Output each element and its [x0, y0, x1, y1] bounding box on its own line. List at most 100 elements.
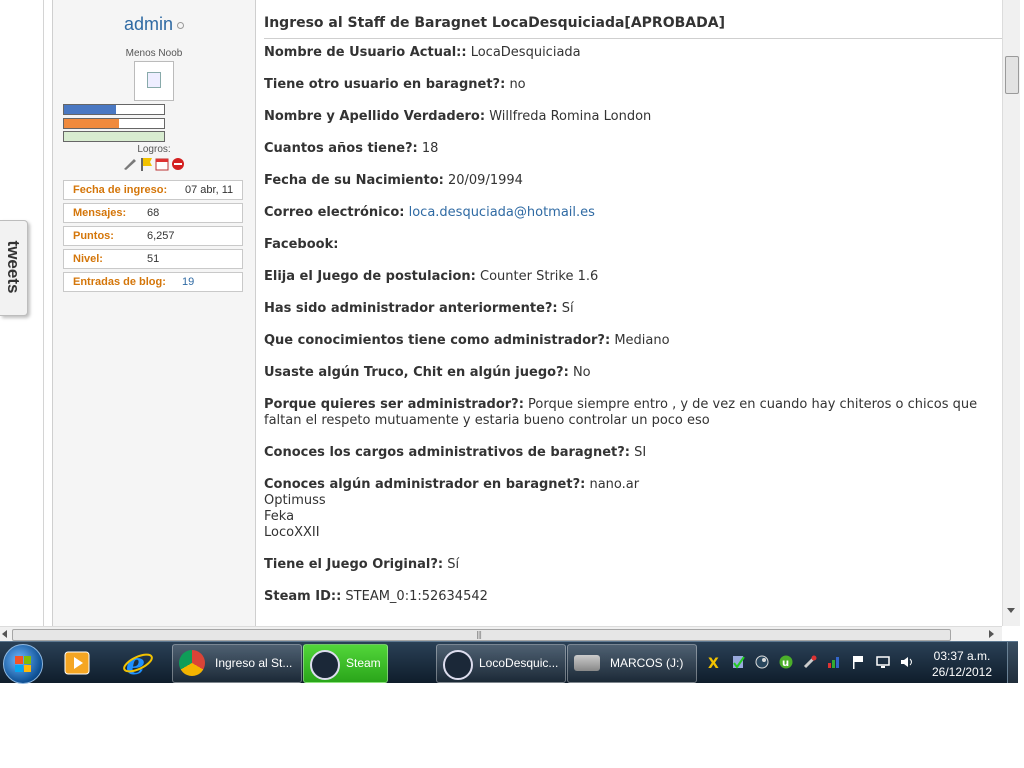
reputation-bar-fill	[64, 105, 116, 114]
tools-icon[interactable]	[803, 654, 817, 669]
horizontal-scrollbar[interactable]: |||	[0, 626, 1002, 642]
task-explorer-drive[interactable]: MARCOS (J:)	[567, 644, 697, 683]
user-rank: Menos Noob	[125, 48, 183, 59]
stat-label: Mensajes:	[73, 207, 127, 219]
stat-entradas-blog: Entradas de blog: 19	[63, 272, 243, 292]
offline-status-icon	[177, 21, 185, 29]
stat-value: 07 abr, 11	[185, 184, 234, 196]
tweets-tab[interactable]: tweets	[0, 220, 28, 316]
field-label: Fecha de su Nacimiento:	[264, 173, 444, 188]
steam-icon	[310, 650, 340, 680]
taskbar: e Ingreso al St... Steam LocoDesquic... …	[0, 641, 1019, 684]
task-steam[interactable]: Steam	[303, 644, 388, 683]
field-value: Sí	[561, 301, 574, 316]
activity-bar	[63, 118, 165, 129]
field-otro-usuario: Tiene otro usuario en baragnet?: no	[264, 77, 988, 93]
field-label: Correo electrónico:	[264, 205, 405, 220]
steam-icon	[443, 650, 473, 680]
field-label: Conoces algún administrador en baragnet?…	[264, 477, 586, 492]
field-value: Mediano	[614, 333, 670, 348]
field-label: Has sido administrador anteriormente?:	[264, 301, 558, 316]
pencil-icon[interactable]	[123, 156, 137, 170]
post-title: Ingreso al Staff de Baragnet LocaDesquic…	[264, 15, 725, 31]
email-link[interactable]: loca.desquciada@hotmail.es	[409, 205, 595, 220]
clock-time: 03:37 a.m.	[933, 649, 991, 663]
field-label: Que conocimientos tiene como administrad…	[264, 333, 611, 348]
internet-explorer-icon[interactable]: e	[121, 646, 155, 682]
steam-tray-icon[interactable]	[755, 654, 769, 669]
svg-text:e: e	[126, 647, 145, 680]
display-icon[interactable]	[876, 654, 890, 668]
norton-icon[interactable]: X	[707, 654, 721, 672]
user-sidebar: admin Menos Noob Logros: Fecha de ingres…	[52, 0, 256, 626]
stat-label: Puntos:	[73, 230, 114, 242]
vertical-scrollbar[interactable]	[1002, 0, 1020, 626]
task-label: Ingreso al St...	[215, 656, 293, 670]
field-cargos: Conoces los cargos administrativos de ba…	[264, 445, 988, 461]
utorrent-icon[interactable]: u	[779, 654, 793, 669]
field-nacimiento: Fecha de su Nacimiento: 20/09/1994	[264, 173, 988, 189]
scroll-down-arrow-icon[interactable]	[1007, 608, 1015, 613]
field-label: Tiene el Juego Original?:	[264, 557, 444, 572]
task-label: Steam	[346, 656, 381, 670]
field-value: Counter Strike 1.6	[480, 269, 599, 284]
field-facebook: Facebook:	[264, 237, 988, 253]
show-desktop-button[interactable]	[1007, 642, 1019, 683]
vertical-scroll-thumb[interactable]	[1005, 56, 1019, 94]
no-entry-icon[interactable]	[171, 156, 185, 170]
flag-icon[interactable]	[851, 654, 865, 669]
windows-logo-icon	[15, 656, 31, 672]
task-steam-profile[interactable]: LocoDesquic...	[436, 644, 566, 683]
system-clock[interactable]: 03:37 a.m. 26/12/2012	[924, 648, 1000, 680]
windows-start-icon[interactable]	[3, 644, 43, 684]
username-text[interactable]: admin	[124, 14, 173, 34]
field-value-line: Optimuss	[264, 493, 326, 508]
stat-value[interactable]: 19	[182, 273, 194, 291]
horizontal-scroll-thumb[interactable]	[12, 629, 951, 641]
broken-image-icon	[147, 72, 161, 88]
task-chrome[interactable]: Ingreso al St...	[172, 644, 302, 683]
clock-date: 26/12/2012	[931, 665, 993, 679]
stat-label: Entradas de blog:	[73, 276, 166, 288]
field-label: Tiene otro usuario en baragnet?:	[264, 77, 506, 92]
field-value: 20/09/1994	[447, 173, 523, 188]
network-icon[interactable]	[827, 654, 841, 668]
field-truco: Usaste algún Truco, Chit en algún juego?…	[264, 365, 988, 381]
field-conocimientos: Que conocimientos tiene como administrad…	[264, 333, 988, 349]
svg-text:X: X	[708, 656, 719, 669]
field-value: LocaDesquiciada	[470, 45, 581, 60]
stat-fecha-ingreso: Fecha de ingreso: 07 abr, 11	[63, 180, 243, 200]
scroll-left-arrow-icon[interactable]	[2, 630, 7, 638]
scroll-right-arrow-icon[interactable]	[989, 630, 994, 638]
divider	[264, 38, 1002, 39]
page-border	[43, 0, 44, 626]
browser-viewport: admin Menos Noob Logros: Fecha de ingres…	[0, 0, 1002, 626]
task-label: MARCOS (J:)	[610, 656, 684, 670]
field-correo: Correo electrónico: loca.desquciada@hotm…	[264, 205, 988, 221]
stat-value: 68	[147, 207, 160, 219]
avatar[interactable]	[134, 61, 174, 101]
reputation-bar	[63, 104, 165, 115]
field-label: Conoces los cargos administrativos de ba…	[264, 445, 630, 460]
flag-icon[interactable]	[139, 156, 153, 171]
field-admin-anterior: Has sido administrador anteriormente?: S…	[264, 301, 988, 317]
username[interactable]: admin	[53, 14, 255, 35]
field-value: STEAM_0:1:52634542	[345, 589, 488, 604]
field-label: Facebook:	[264, 237, 339, 252]
antivirus-icon[interactable]	[731, 654, 745, 669]
stat-label: Nivel:	[73, 253, 103, 265]
stat-nivel: Nivel: 51	[63, 249, 243, 269]
calendar-icon[interactable]	[155, 156, 169, 171]
field-porque: Porque quieres ser administrador?: Porqu…	[264, 397, 988, 429]
chrome-icon	[179, 650, 205, 676]
volume-icon[interactable]	[900, 654, 914, 668]
scroll-grip-icon: |||	[476, 630, 482, 639]
field-value: nano.ar	[589, 477, 640, 492]
tweets-tab-label: tweets	[4, 240, 23, 294]
field-label: Nombre y Apellido Verdadero:	[264, 109, 486, 124]
media-player-icon[interactable]	[60, 646, 94, 680]
logros-label: Logros:	[137, 144, 171, 155]
svg-text:u: u	[782, 658, 789, 669]
field-value: 18	[421, 141, 439, 156]
field-value: no	[509, 77, 526, 92]
